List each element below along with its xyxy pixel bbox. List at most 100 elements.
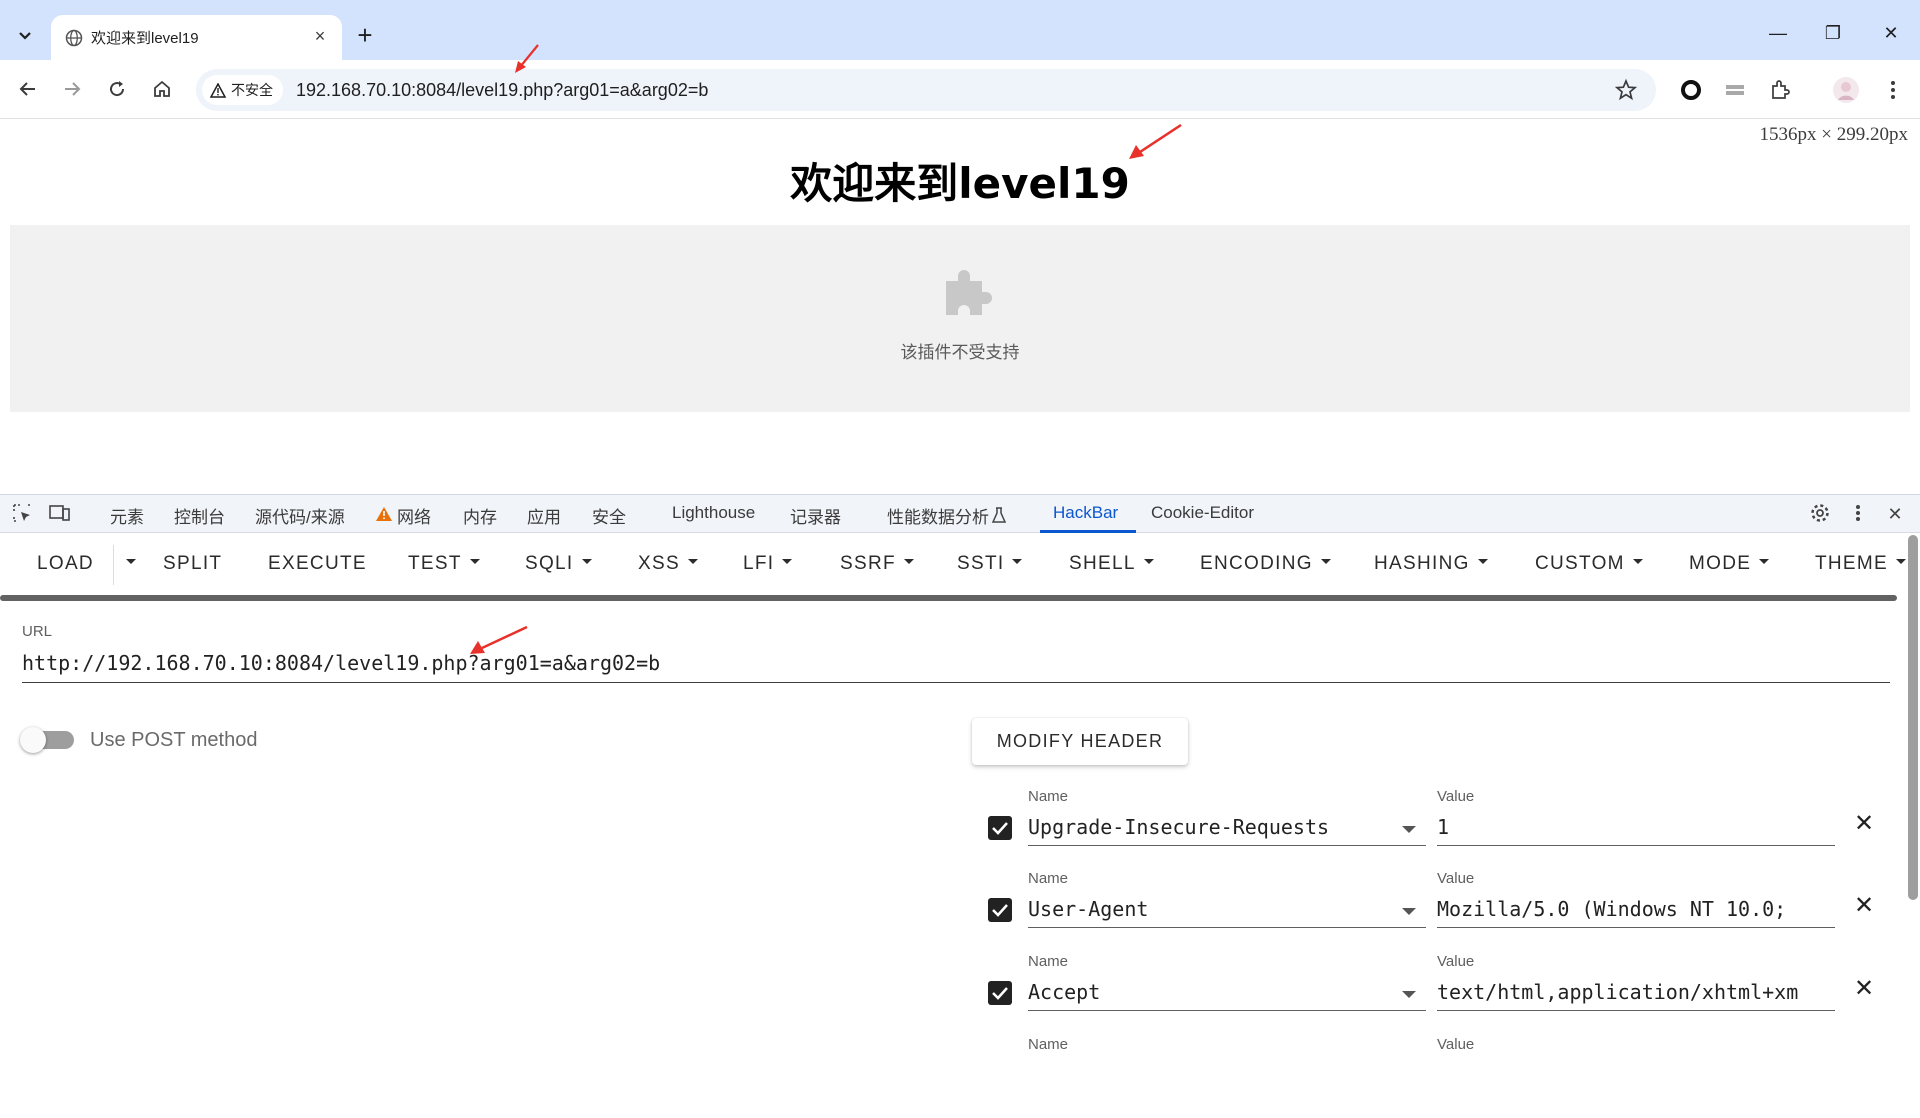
header-name-label: Name: [1028, 953, 1069, 970]
tab-close-button[interactable]: ×: [308, 24, 332, 48]
menu-label: SHELL: [1069, 553, 1136, 574]
back-icon: [19, 82, 35, 96]
tab-application[interactable]: 应用: [527, 503, 561, 528]
warning-icon: [376, 507, 392, 521]
hackbar-sqli-menu[interactable]: SQLI: [525, 553, 592, 575]
header-row: Name User-Agent Value Mozilla/5.0 (Windo…: [0, 870, 1920, 952]
globe-icon: [65, 29, 83, 47]
post-toggle-thumb[interactable]: [20, 727, 46, 753]
delete-header-icon[interactable]: ✕: [1850, 975, 1878, 1003]
caret-down-icon[interactable]: [1402, 908, 1416, 915]
caret-down-icon[interactable]: [1402, 826, 1416, 833]
tab-search-button[interactable]: [10, 22, 40, 48]
star-icon[interactable]: [1614, 78, 1638, 102]
delete-header-icon[interactable]: ✕: [1850, 810, 1878, 838]
tab-hackbar[interactable]: HackBar: [1053, 503, 1118, 523]
home-button[interactable]: [145, 72, 179, 106]
tab-performance[interactable]: 性能数据分析: [887, 503, 989, 528]
extension-record-icon[interactable]: [1678, 79, 1704, 101]
circle-icon: [1681, 80, 1701, 100]
hackbar-shell-menu[interactable]: SHELL: [1069, 553, 1154, 575]
viewport-dimensions: 1536px × 299.20px: [1759, 124, 1908, 145]
menu-icon: [1891, 81, 1895, 99]
header-row: Name Accept Value text/html,application/…: [0, 953, 1920, 1035]
hackbar-custom-menu[interactable]: CUSTOM: [1535, 553, 1643, 575]
tab-security[interactable]: 安全: [592, 503, 626, 528]
hackbar-theme-menu[interactable]: THEME: [1815, 553, 1906, 575]
devtools-close-button[interactable]: ✕: [1883, 503, 1907, 525]
tab-cookie-editor[interactable]: Cookie-Editor: [1151, 503, 1254, 523]
hackbar-ssti-menu[interactable]: SSTI: [957, 553, 1023, 575]
delete-header-icon[interactable]: ✕: [1850, 892, 1878, 920]
page-heading: 欢迎来到level19: [790, 159, 1130, 208]
minimize-button[interactable]: —: [1758, 18, 1798, 48]
avatar-icon: [1833, 77, 1859, 103]
gear-icon: [1811, 504, 1829, 522]
forward-button[interactable]: [55, 72, 89, 106]
header-enabled-checkbox[interactable]: [988, 981, 1012, 1005]
new-tab-button[interactable]: +: [350, 20, 380, 50]
back-button[interactable]: [11, 72, 45, 106]
hackbar-load-button[interactable]: LOAD: [37, 553, 94, 575]
header-value-label: Value: [1437, 870, 1475, 887]
menu-label: ENCODING: [1200, 553, 1313, 574]
address-bar[interactable]: 不安全 192.168.70.10:8084/level19.php?arg01…: [196, 69, 1656, 111]
menu-label: THEME: [1815, 553, 1888, 574]
close-window-button[interactable]: ✕: [1871, 18, 1911, 48]
address-url[interactable]: 192.168.70.10:8084/level19.php?arg01=a&a…: [296, 80, 708, 101]
tab-network[interactable]: 网络: [397, 503, 431, 528]
hackbar-xss-menu[interactable]: XSS: [638, 553, 698, 575]
header-row: Name Value: [0, 1036, 1920, 1118]
hackbar-load-dropdown[interactable]: [118, 553, 136, 575]
tab-recorder[interactable]: 记录器: [790, 503, 841, 528]
header-enabled-checkbox[interactable]: [988, 898, 1012, 922]
url-input[interactable]: http://192.168.70.10:8084/level19.php?ar…: [22, 651, 1890, 683]
header-value-input[interactable]: 1: [1437, 810, 1835, 846]
menu-icon: [1856, 505, 1860, 521]
reload-button[interactable]: [100, 72, 134, 106]
hackbar-hashing-menu[interactable]: HASHING: [1374, 553, 1488, 575]
extension-menu-icon[interactable]: [1722, 79, 1748, 101]
devtools-settings-button[interactable]: [1808, 503, 1832, 525]
chrome-menu-button[interactable]: [1880, 79, 1906, 101]
bars-icon: [1726, 85, 1744, 95]
hackbar-ssrf-menu[interactable]: SSRF: [840, 553, 914, 575]
hackbar-split-button[interactable]: SPLIT: [163, 553, 222, 575]
devtools-menu-button[interactable]: [1846, 503, 1870, 525]
tab-elements[interactable]: 元素: [110, 503, 144, 528]
extension-icon: [1772, 80, 1790, 99]
device-toggle-button[interactable]: [48, 503, 72, 525]
hackbar-lfi-menu[interactable]: LFI: [743, 553, 793, 575]
tab-memory[interactable]: 内存: [463, 503, 497, 528]
chevron-down-icon: [19, 32, 31, 40]
horizontal-scrollbar[interactable]: [0, 595, 1897, 601]
inspect-button[interactable]: [10, 503, 34, 525]
tab-sources[interactable]: 源代码/来源: [255, 503, 345, 528]
security-chip[interactable]: 不安全: [202, 75, 283, 105]
header-name-input[interactable]: User-Agent: [1028, 892, 1426, 928]
extensions-button[interactable]: [1767, 79, 1793, 101]
caret-down-icon: [687, 559, 698, 565]
menu-label: MODE: [1689, 553, 1752, 574]
header-value-label: Value: [1437, 788, 1475, 805]
header-enabled-checkbox[interactable]: [988, 816, 1012, 840]
tab-console[interactable]: 控制台: [174, 503, 225, 528]
hackbar-execute-button[interactable]: EXECUTE: [268, 553, 367, 575]
restore-button[interactable]: ❐: [1813, 18, 1853, 48]
browser-tab[interactable]: 欢迎来到level19 ×: [51, 15, 342, 60]
header-name-input[interactable]: Accept: [1028, 975, 1426, 1011]
hackbar-encoding-menu[interactable]: ENCODING: [1200, 553, 1331, 575]
checkbox-icon: [992, 904, 1008, 917]
caret-down-icon[interactable]: [1402, 991, 1416, 998]
header-value-input[interactable]: Mozilla/5.0 (Windows NT 10.0;: [1437, 892, 1835, 928]
header-value-input[interactable]: text/html,application/xhtml+xm: [1437, 975, 1835, 1011]
tab-lighthouse[interactable]: Lighthouse: [672, 503, 755, 523]
profile-avatar[interactable]: [1832, 76, 1859, 103]
modify-header-button[interactable]: MODIFY HEADER: [972, 718, 1188, 765]
puzzle-icon: [946, 270, 992, 315]
hackbar-mode-menu[interactable]: MODE: [1689, 553, 1770, 575]
header-name-input[interactable]: Upgrade-Insecure-Requests: [1028, 810, 1426, 846]
caret-down-icon: [1012, 559, 1023, 565]
menu-label: CUSTOM: [1535, 553, 1625, 574]
hackbar-test-menu[interactable]: TEST: [408, 553, 480, 575]
